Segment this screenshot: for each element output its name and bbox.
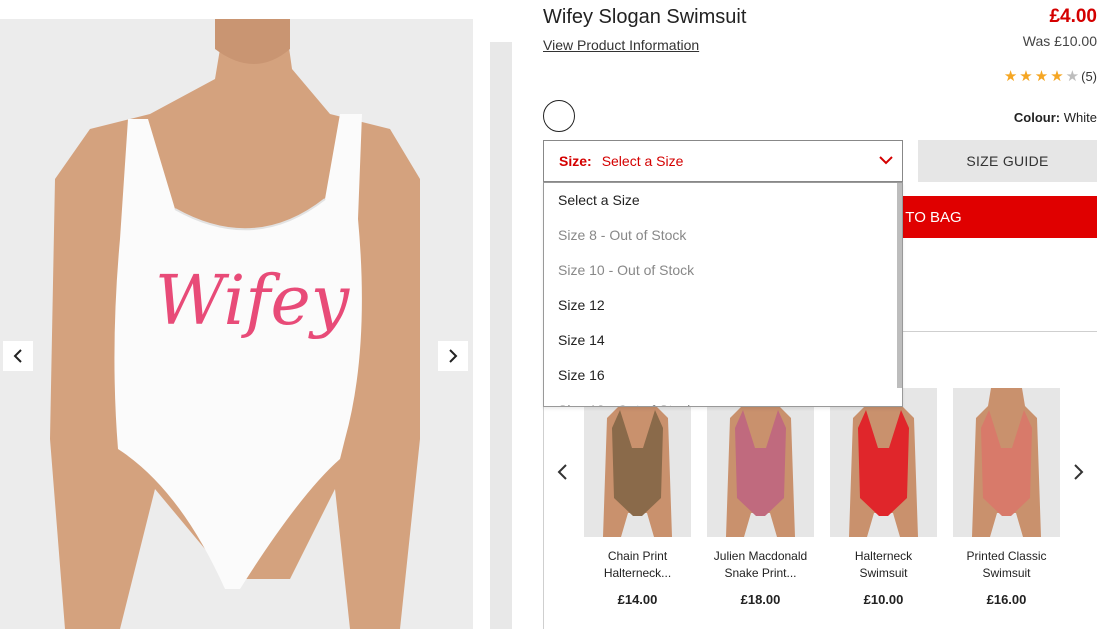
product-card-name[interactable]: Julien Macdonald Snake Print... xyxy=(707,548,814,582)
size-select-value: Select a Size xyxy=(601,153,684,169)
size-dropdown-list[interactable]: Select a Size Size 8 - Out of Stock Size 1… xyxy=(543,182,903,407)
size-option[interactable]: Size 14 xyxy=(544,323,902,358)
colour-swatch-white[interactable] xyxy=(543,100,575,132)
product-card-name[interactable]: Halterneck Swimsuit xyxy=(830,548,937,582)
product-card-price: £14.00 xyxy=(617,592,658,607)
colour-indicator: Colour: White xyxy=(1014,110,1097,125)
was-price: Was £10.00 xyxy=(1022,33,1097,49)
card-name-line2: Swimsuit xyxy=(982,566,1031,580)
current-price: £4.00 xyxy=(1049,6,1097,27)
card-name-line2: Halterneck... xyxy=(603,566,672,580)
size-select[interactable]: Size: Select a Size xyxy=(543,140,903,182)
card-name-line2: Snake Print... xyxy=(724,566,797,580)
size-option[interactable]: Size 12 xyxy=(544,288,902,323)
star-icon: ★ xyxy=(1065,68,1080,85)
product-card-price: £16.00 xyxy=(986,592,1027,607)
product-card[interactable]: Halterneck Swimsuit £10.00 xyxy=(830,388,937,607)
card-name-line1: Chain Print xyxy=(607,549,668,563)
star-icon: ★ xyxy=(1050,68,1064,85)
chevron-left-icon xyxy=(13,349,22,363)
product-card[interactable]: Julien Macdonald Snake Print... £18.00 xyxy=(707,388,814,607)
product-card-price: £18.00 xyxy=(740,592,781,607)
gallery-prev-button[interactable] xyxy=(3,341,33,371)
swimsuit-slogan-text: Wifey xyxy=(155,262,351,341)
product-image-gallery: Wifey xyxy=(0,19,473,629)
size-option[interactable]: Size 10 - Out of Stock xyxy=(544,253,902,288)
carousel-prev-icon[interactable] xyxy=(556,463,570,481)
product-card[interactable]: Printed Classic Swimsuit £16.00 xyxy=(953,388,1060,607)
product-card-image[interactable] xyxy=(584,388,691,537)
view-product-info-link[interactable]: View Product Information xyxy=(543,37,699,53)
card-name-line1: Julien Macdonald xyxy=(713,549,808,563)
size-select-label: Size: xyxy=(559,153,592,169)
chevron-down-icon xyxy=(879,156,893,165)
product-card-image[interactable] xyxy=(707,388,814,537)
rating-count: (5) xyxy=(1081,69,1097,84)
star-icon: ★ xyxy=(1019,68,1033,85)
carousel-next-icon[interactable] xyxy=(1071,463,1085,481)
card-name-line1: Printed Classic xyxy=(966,549,1047,563)
size-option[interactable]: Select a Size xyxy=(544,183,902,218)
card-name-line1: Halterneck xyxy=(854,549,913,563)
rating-stars[interactable]: ★ ★ ★ ★ ★ (5) xyxy=(1004,69,1097,84)
product-card-name[interactable]: Printed Classic Swimsuit xyxy=(953,548,1060,582)
product-card-name[interactable]: Chain Print Halterneck... xyxy=(584,548,691,582)
star-icon: ★ xyxy=(1003,68,1018,85)
dropdown-scrollbar[interactable] xyxy=(897,183,902,388)
card-name-line2: Swimsuit xyxy=(859,566,908,580)
colour-value: White xyxy=(1063,110,1097,125)
size-guide-button[interactable]: SIZE GUIDE xyxy=(918,140,1097,182)
product-card-image[interactable] xyxy=(830,388,937,537)
colour-label: Colour: xyxy=(1013,110,1061,125)
product-image: Wifey xyxy=(0,19,473,629)
product-card-price: £10.00 xyxy=(863,592,904,607)
product-card[interactable]: Chain Print Halterneck... £14.00 xyxy=(584,388,691,607)
gallery-next-button[interactable] xyxy=(438,341,468,371)
size-option[interactable]: Size 8 - Out of Stock xyxy=(544,218,902,253)
stars-container: ★ ★ ★ ★ ★ xyxy=(1004,69,1081,84)
size-option[interactable]: Size 18 - Out of Stock xyxy=(544,393,902,406)
next-image-preview xyxy=(490,42,512,629)
product-card-image[interactable] xyxy=(953,388,1060,537)
size-option[interactable]: Size 16 xyxy=(544,358,902,393)
star-icon: ★ xyxy=(1034,68,1049,85)
product-title: Wifey Slogan Swimsuit xyxy=(543,6,747,28)
chevron-right-icon xyxy=(449,349,458,363)
